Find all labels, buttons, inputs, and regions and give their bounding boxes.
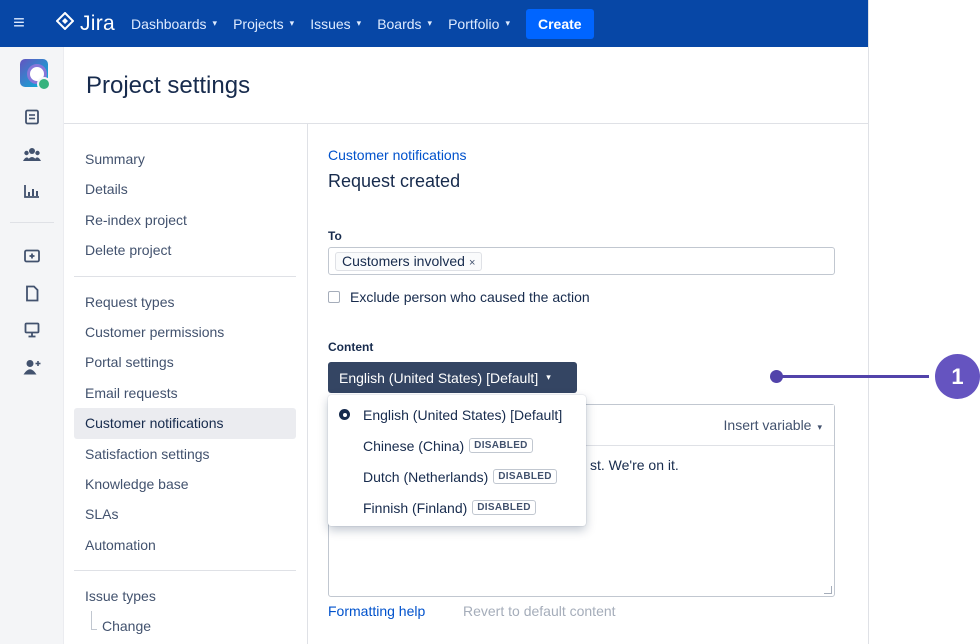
nav-portfolio-label: Portfolio bbox=[448, 15, 500, 32]
settings-nav-automation[interactable]: Automation bbox=[74, 530, 296, 560]
settings-nav-reindex-project[interactable]: Re-index project bbox=[74, 205, 296, 235]
language-option-chinese[interactable]: Chinese (China) DISABLED bbox=[328, 430, 586, 461]
nav-boards[interactable]: Boards ▾ bbox=[377, 16, 432, 32]
nav-issues-label: Issues bbox=[310, 15, 351, 32]
exclude-label: Exclude person who caused the action bbox=[350, 289, 590, 305]
chevron-down-icon: ▾ bbox=[212, 18, 218, 28]
callout-dot bbox=[770, 370, 783, 383]
recipient-chip-label: Customers involved bbox=[342, 253, 465, 269]
people-icon[interactable] bbox=[19, 141, 45, 167]
settings-nav-details[interactable]: Details bbox=[74, 174, 296, 204]
settings-nav-email-requests[interactable]: Email requests bbox=[74, 378, 296, 408]
exclude-option[interactable]: Exclude person who caused the action bbox=[328, 289, 590, 305]
callout-number-badge: 1 bbox=[935, 354, 980, 399]
jira-logo-text: Jira bbox=[80, 11, 116, 35]
jira-logo[interactable]: Jira bbox=[55, 11, 116, 36]
settings-navigation: Summary Details Re-index project Delete … bbox=[74, 144, 296, 641]
language-option-label: Chinese (China) bbox=[363, 437, 465, 454]
language-option-label: Dutch (Netherlands) bbox=[363, 468, 489, 485]
settings-nav-customer-notifications[interactable]: Customer notifications bbox=[74, 408, 296, 439]
add-item-icon[interactable] bbox=[19, 243, 45, 269]
chevron-down-icon: ▾ bbox=[427, 18, 433, 28]
radio-selected-icon bbox=[339, 409, 350, 420]
language-option-label: Finnish (Finland) bbox=[363, 499, 468, 516]
chevron-down-icon: ▾ bbox=[289, 18, 295, 28]
settings-nav-slas[interactable]: SLAs bbox=[74, 499, 296, 529]
recipients-field[interactable]: Customers involved × bbox=[328, 247, 835, 275]
settings-nav-request-types[interactable]: Request types bbox=[74, 287, 296, 317]
disabled-badge: DISABLED bbox=[472, 500, 536, 515]
revert-default-link[interactable]: Revert to default content bbox=[463, 603, 616, 619]
add-person-icon[interactable] bbox=[19, 354, 45, 380]
settings-nav-satisfaction-settings[interactable]: Satisfaction settings bbox=[74, 439, 296, 469]
monitor-icon[interactable] bbox=[19, 317, 45, 343]
project-sidebar bbox=[0, 47, 64, 644]
settings-nav-portal-settings[interactable]: Portal settings bbox=[74, 347, 296, 377]
language-button-label: English (United States) [Default] bbox=[339, 369, 539, 386]
settings-nav-delete-project[interactable]: Delete project bbox=[74, 235, 296, 265]
language-dropdown-button[interactable]: English (United States) [Default] ▾ bbox=[328, 362, 577, 393]
reports-icon[interactable] bbox=[19, 178, 45, 204]
jira-window: ≡ Jira Dashboards ▾ Projects ▾ Issues ▾ Boa… bbox=[0, 0, 868, 644]
language-option-finnish[interactable]: Finnish (Finland) DISABLED bbox=[328, 492, 586, 523]
language-option-english[interactable]: English (United States) [Default] bbox=[328, 399, 586, 430]
language-dropdown-menu: English (United States) [Default] Chines… bbox=[328, 395, 586, 526]
insert-variable-button[interactable]: Insert variable ▾ bbox=[724, 417, 822, 433]
column-divider bbox=[307, 123, 308, 644]
settings-nav-divider bbox=[74, 570, 296, 572]
settings-nav-divider bbox=[74, 275, 296, 277]
insert-variable-label: Insert variable bbox=[723, 417, 812, 433]
nav-issues[interactable]: Issues ▾ bbox=[310, 16, 361, 32]
create-button[interactable]: Create bbox=[525, 8, 594, 39]
notification-title: Request created bbox=[328, 171, 461, 191]
header-divider bbox=[64, 123, 868, 124]
nav-projects[interactable]: Projects ▾ bbox=[233, 16, 294, 32]
settings-nav-knowledge-base[interactable]: Knowledge base bbox=[74, 469, 296, 499]
language-option-label: English (United States) [Default] bbox=[363, 406, 563, 423]
page-icon[interactable] bbox=[19, 280, 45, 306]
language-option-dutch[interactable]: Dutch (Netherlands) DISABLED bbox=[328, 461, 586, 492]
remove-chip-icon[interactable]: × bbox=[469, 257, 475, 269]
backlog-icon[interactable] bbox=[19, 104, 45, 130]
disabled-badge: DISABLED bbox=[469, 438, 533, 453]
top-navigation: ≡ Jira Dashboards ▾ Projects ▾ Issues ▾ Boa… bbox=[0, 0, 868, 47]
nav-portfolio[interactable]: Portfolio ▾ bbox=[448, 16, 510, 32]
hamburger-icon[interactable]: ≡ bbox=[0, 0, 38, 47]
exclude-checkbox[interactable] bbox=[328, 291, 340, 303]
settings-nav-change[interactable]: Change bbox=[74, 611, 296, 641]
recipient-chip: Customers involved × bbox=[335, 252, 483, 271]
page-title: Project settings bbox=[86, 72, 251, 99]
project-status-badge bbox=[37, 77, 51, 91]
settings-nav-summary[interactable]: Summary bbox=[74, 144, 296, 174]
chevron-down-icon: ▾ bbox=[817, 422, 822, 432]
nav-projects-label: Projects bbox=[233, 15, 284, 32]
nav-boards-label: Boards bbox=[377, 15, 422, 32]
sidebar-divider bbox=[10, 222, 54, 223]
content-label: Content bbox=[328, 340, 374, 354]
disabled-badge: DISABLED bbox=[493, 469, 557, 484]
breadcrumb[interactable]: Customer notifications bbox=[328, 147, 467, 163]
chevron-down-icon: ▾ bbox=[356, 18, 362, 28]
formatting-help-link[interactable]: Formatting help bbox=[328, 603, 425, 619]
chevron-down-icon: ▾ bbox=[546, 372, 551, 382]
chevron-down-icon: ▾ bbox=[505, 18, 510, 28]
callout-line bbox=[779, 375, 929, 378]
jira-logo-icon bbox=[55, 11, 75, 35]
resize-handle[interactable] bbox=[824, 586, 832, 594]
settings-nav-customer-permissions[interactable]: Customer permissions bbox=[74, 317, 296, 347]
to-label: To bbox=[328, 229, 342, 243]
nav-dashboards[interactable]: Dashboards ▾ bbox=[131, 16, 217, 32]
nav-dashboards-label: Dashboards bbox=[131, 15, 207, 32]
settings-nav-issue-types[interactable]: Issue types bbox=[74, 581, 296, 611]
